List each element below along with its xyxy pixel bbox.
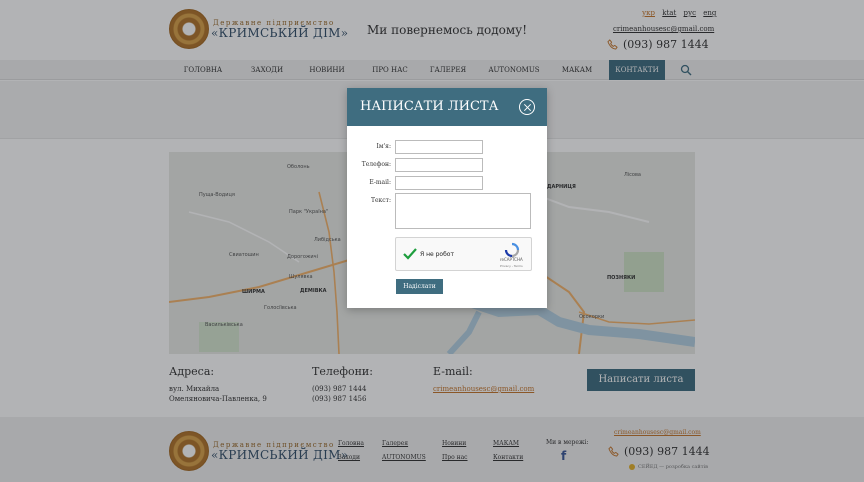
- email-label: E-mail:: [369, 179, 391, 186]
- name-label: Ім'я:: [376, 143, 392, 150]
- write-letter-modal: НАПИСАТИ ЛИСТА Ім'я: Телефон: E-mail: Те…: [347, 88, 547, 308]
- close-icon[interactable]: [519, 99, 535, 115]
- submit-button[interactable]: Надіслати: [396, 279, 443, 294]
- modal-title: НАПИСАТИ ЛИСТА: [360, 99, 499, 114]
- email-field[interactable]: [395, 176, 483, 190]
- text-label: Текст:: [370, 197, 391, 204]
- recaptcha-widget: Я не робот reCAPTCHA Privacy - Terms: [395, 237, 532, 271]
- message-textarea[interactable]: [395, 193, 531, 229]
- checkmark-icon[interactable]: [403, 247, 417, 261]
- phone-field[interactable]: [395, 158, 483, 172]
- recaptcha-label: Я не робот: [420, 251, 454, 258]
- recaptcha-logo-icon: [504, 242, 520, 258]
- phone-label: Телефон:: [361, 161, 391, 168]
- modal-header: НАПИСАТИ ЛИСТА: [347, 88, 547, 126]
- recaptcha-brand: reCAPTCHA: [500, 257, 523, 262]
- recaptcha-terms[interactable]: Privacy - Terms: [500, 264, 523, 268]
- name-field[interactable]: [395, 140, 483, 154]
